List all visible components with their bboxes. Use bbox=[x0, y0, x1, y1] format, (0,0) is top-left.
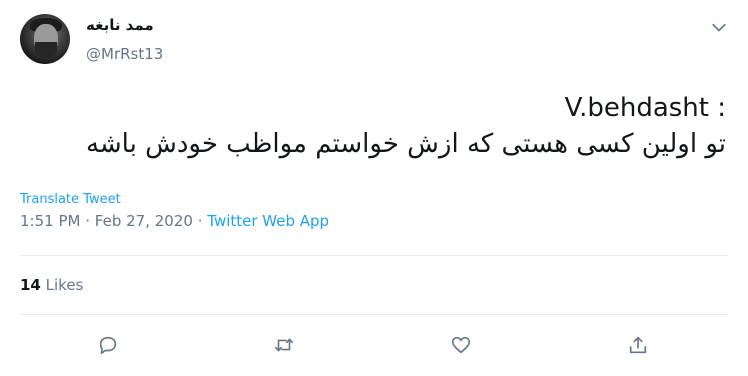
meta-separator: · bbox=[85, 212, 91, 230]
retweet-icon[interactable] bbox=[273, 334, 299, 360]
tweet-date[interactable]: Feb 27, 2020 bbox=[95, 212, 193, 230]
translate-tweet-link[interactable]: Translate Tweet bbox=[20, 192, 121, 207]
avatar[interactable] bbox=[20, 14, 70, 64]
author-handle[interactable]: @MrRst13 bbox=[86, 45, 163, 63]
author-display-name[interactable]: ممد نابغه bbox=[86, 16, 154, 34]
tweet-text-line-1: V.behdasht : bbox=[564, 93, 726, 123]
avatar-beard bbox=[35, 42, 57, 58]
reply-icon[interactable] bbox=[97, 334, 123, 360]
likes-count: 14 bbox=[20, 276, 41, 294]
tweet-text-line-2: تو اولین کسی هستی که ازش خواستم مواظب خو… bbox=[85, 129, 726, 159]
share-icon[interactable] bbox=[627, 334, 653, 360]
likes-stat[interactable]: 14 Likes bbox=[20, 276, 83, 294]
divider bbox=[20, 314, 728, 315]
divider bbox=[20, 255, 728, 256]
meta-separator: · bbox=[197, 212, 203, 230]
heart-icon[interactable] bbox=[450, 334, 476, 360]
tweet-meta: 1:51 PM · Feb 27, 2020 · Twitter Web App bbox=[20, 212, 329, 230]
tweet-source-link[interactable]: Twitter Web App bbox=[207, 212, 329, 230]
likes-label: Likes bbox=[45, 276, 84, 294]
chevron-down-icon[interactable] bbox=[709, 18, 729, 38]
tweet-text: V.behdasht : تو اولین کسی هستی که ازش خو… bbox=[26, 90, 726, 162]
tweet-time[interactable]: 1:51 PM bbox=[20, 212, 80, 230]
